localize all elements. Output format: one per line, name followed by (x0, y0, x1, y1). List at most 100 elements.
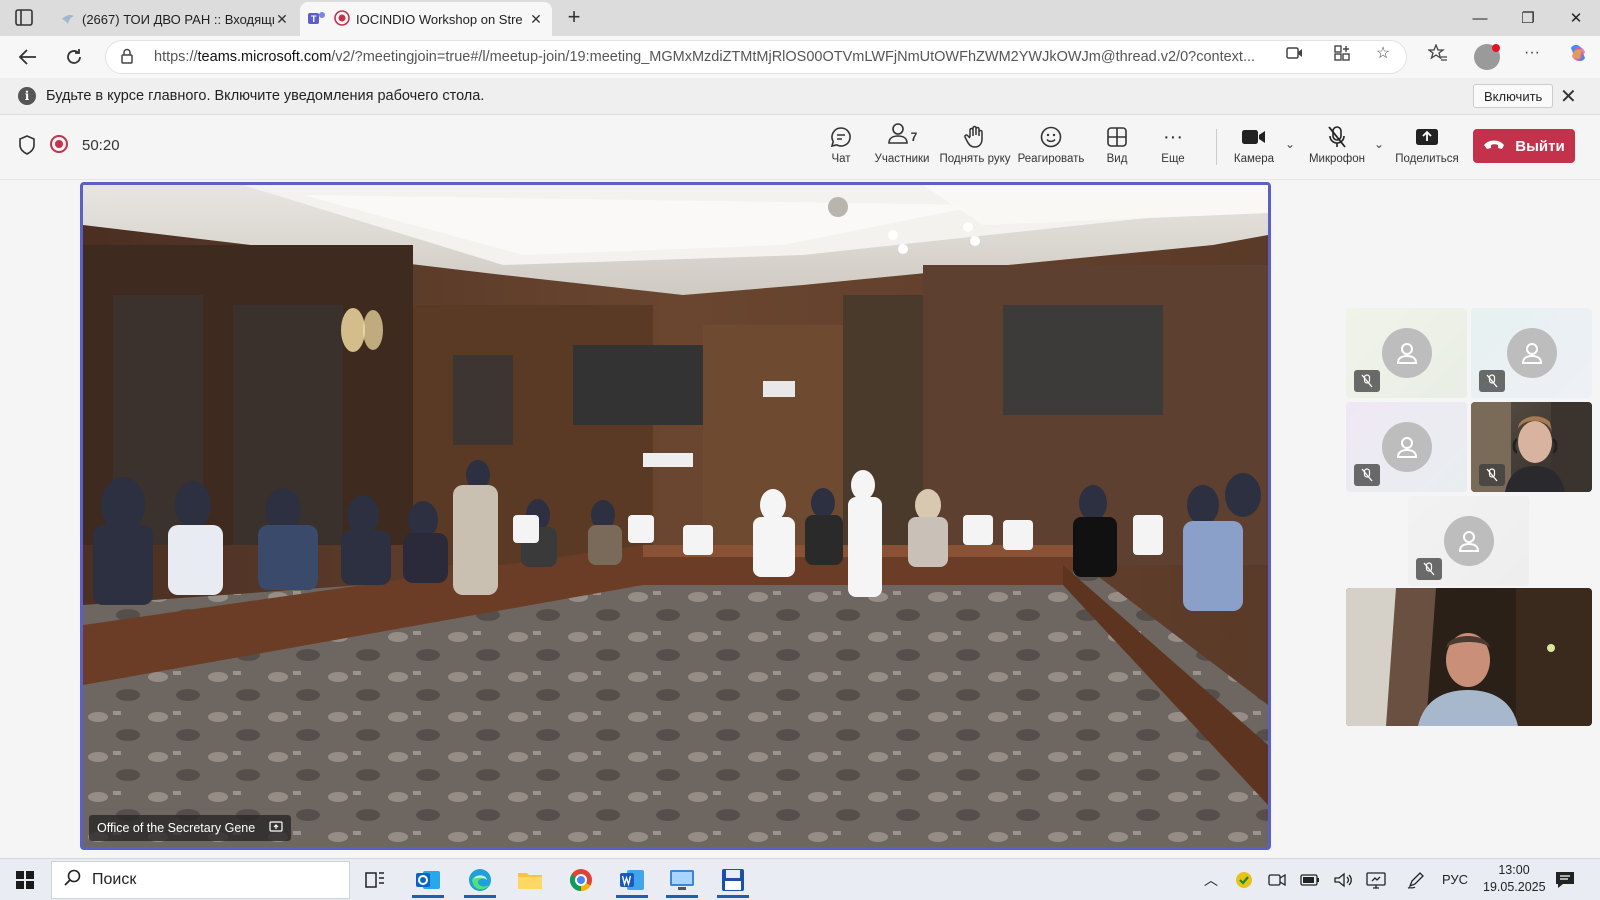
shield-icon[interactable] (18, 135, 36, 155)
outlook-icon[interactable] (408, 862, 448, 898)
tab-teams[interactable]: T IOCINDIO Workshop on Stre ✕ (300, 2, 552, 36)
participant-tile[interactable] (1471, 308, 1592, 398)
save-app-icon[interactable] (713, 862, 753, 898)
hang-up-icon (1483, 137, 1505, 155)
remote-desktop-icon[interactable] (662, 862, 702, 898)
svg-text:T: T (311, 14, 317, 24)
camera-permission-icon[interactable] (1284, 43, 1306, 63)
volume-icon[interactable] (1332, 869, 1354, 891)
mic-label: Микрофон (1308, 153, 1366, 165)
battery-icon[interactable] (1299, 869, 1321, 891)
self-video-tile[interactable] (1346, 588, 1592, 726)
search-icon (64, 869, 84, 892)
close-icon[interactable]: ✕ (1560, 84, 1577, 109)
more-button[interactable]: ··· Еще (1133, 123, 1213, 166)
task-view-icon[interactable] (355, 862, 395, 898)
main-video-name: Office of the Secretary Gene (97, 821, 256, 835)
person-avatar-icon (1507, 328, 1557, 378)
chevron-down-icon[interactable]: ⌄ (1374, 137, 1384, 151)
edge-browser-icon[interactable] (460, 862, 500, 898)
chevron-up-icon[interactable]: ︿ (1200, 869, 1222, 891)
browser-tab-strip: (2667) ТОИ ДВО РАН :: Входящие ✕ T IOCIN… (0, 0, 1600, 36)
person-avatar-icon (1382, 328, 1432, 378)
recording-icon (50, 135, 68, 153)
more-dots-icon: ··· (1163, 125, 1183, 148)
close-window-icon[interactable]: ✕ (1552, 0, 1600, 36)
browser-toolbar: https://teams.microsoft.com/v2/?meetingj… (0, 36, 1600, 78)
mic-muted-icon (1416, 558, 1442, 580)
person-avatar-icon (1444, 516, 1494, 566)
recording-icon (334, 9, 350, 29)
self-video (1346, 588, 1592, 726)
copilot-icon[interactable] (1567, 43, 1589, 63)
participant-tile[interactable] (1346, 402, 1467, 492)
windows-start-icon[interactable] (16, 871, 34, 889)
input-language[interactable]: РУС (1442, 872, 1468, 887)
chat-label: Чат (831, 153, 851, 165)
participant-name-label: Office of the Secretary Gene (89, 815, 292, 841)
mic-off-icon (1326, 123, 1348, 151)
windows-taskbar: Поиск ︿ РУС 13:00 19.05.2025 (0, 858, 1600, 900)
camera-button[interactable]: Камера (1214, 123, 1294, 165)
taskbar-search[interactable]: Поиск (51, 861, 350, 899)
info-icon: i (18, 87, 36, 105)
close-icon[interactable]: ✕ (528, 11, 544, 28)
raise-hand-label: Поднять руку (939, 153, 1011, 165)
favorite-star-icon[interactable]: ☆ (1372, 43, 1394, 63)
mic-button[interactable]: Микрофон (1297, 123, 1377, 165)
participant-tile[interactable] (1408, 496, 1529, 586)
participant-count: 7 (910, 130, 918, 144)
chrome-icon[interactable] (561, 862, 601, 898)
antivirus-tray-icon[interactable] (1233, 869, 1255, 891)
share-button[interactable]: Поделиться (1387, 123, 1467, 165)
camera-label: Камера (1233, 153, 1275, 165)
notifications-icon[interactable] (1554, 870, 1578, 890)
tab-mail[interactable]: (2667) ТОИ ДВО РАН :: Входящие ✕ (52, 2, 298, 36)
react-label: Реагировать (1017, 153, 1085, 165)
more-menu-icon[interactable]: ··· (1521, 43, 1543, 63)
enable-notifications-button[interactable]: Включить (1473, 84, 1554, 108)
close-icon[interactable]: ✕ (274, 11, 290, 28)
favorites-icon[interactable] (1427, 43, 1449, 63)
leave-button[interactable]: Выйти (1473, 129, 1575, 163)
more-label: Еще (1161, 153, 1185, 165)
chevron-down-icon[interactable]: ⌄ (1285, 137, 1295, 151)
participant-tile[interactable] (1346, 308, 1467, 398)
meeting-stage: Office of the Secretary Gene (0, 181, 1600, 854)
conference-room-video (83, 185, 1268, 847)
minimize-icon[interactable]: — (1456, 0, 1504, 36)
chat-icon (829, 123, 853, 151)
tab-title: IOCINDIO Workshop on Stre (356, 11, 523, 27)
file-explorer-icon[interactable] (510, 862, 550, 898)
address-bar[interactable]: https://teams.microsoft.com/v2/?meetingj… (105, 40, 1407, 74)
clock-date: 19.05.2025 (1483, 880, 1546, 894)
view-label: Вид (1106, 153, 1128, 165)
raise-hand-button[interactable]: Поднять руку (935, 123, 1015, 165)
leave-label: Выйти (1515, 137, 1565, 155)
back-icon[interactable] (14, 44, 42, 70)
video-camera-icon (1241, 123, 1267, 151)
lock-icon (120, 48, 140, 67)
pen-icon[interactable] (1405, 869, 1427, 891)
refresh-icon[interactable] (60, 44, 88, 70)
teams-tray-icon[interactable] (1266, 869, 1288, 891)
screen-share-icon (269, 820, 283, 836)
new-tab-button[interactable]: + (562, 4, 586, 30)
tab-actions-icon[interactable] (12, 7, 36, 29)
meeting-toolbar: 50:20 Чат 7 Участники Поднять руку Реаги… (0, 115, 1600, 180)
banner-message: Будьте в курсе главного. Включите уведом… (46, 88, 485, 104)
participant-video-tile[interactable] (1471, 402, 1592, 492)
share-label: Поделиться (1395, 153, 1459, 165)
mic-muted-icon (1354, 464, 1380, 486)
mic-muted-icon (1479, 370, 1505, 392)
system-clock[interactable]: 13:00 19.05.2025 (1483, 862, 1546, 896)
word-icon[interactable] (612, 862, 652, 898)
participants-button[interactable]: 7 Участники (862, 123, 942, 165)
app-available-icon[interactable] (1331, 43, 1353, 63)
restore-icon[interactable]: ❐ (1504, 0, 1552, 36)
teams-favicon-icon: T (308, 10, 326, 29)
network-icon[interactable] (1365, 869, 1387, 891)
search-placeholder: Поиск (92, 871, 137, 888)
emoji-icon (1039, 123, 1063, 151)
main-video-feed[interactable]: Office of the Secretary Gene (80, 182, 1271, 850)
